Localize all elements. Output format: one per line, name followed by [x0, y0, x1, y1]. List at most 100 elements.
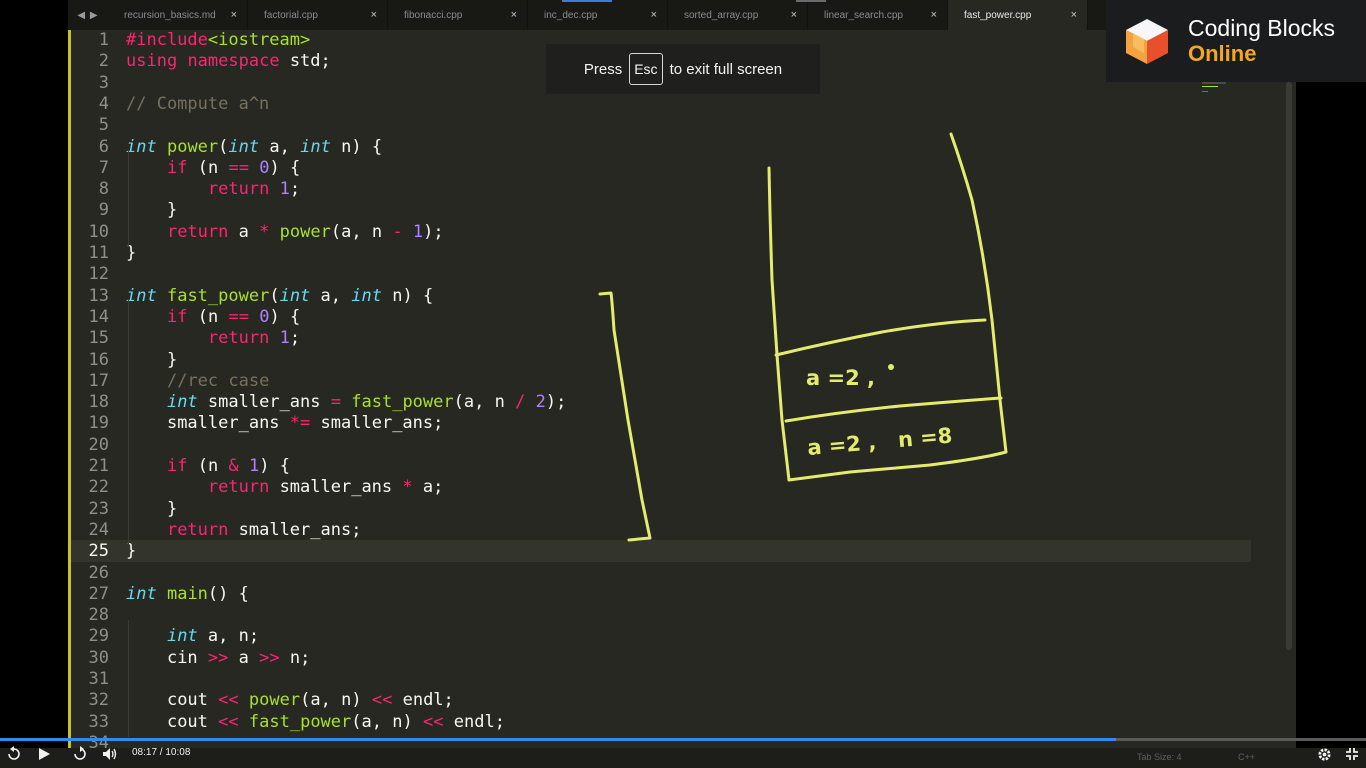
line-number: 25	[88, 541, 109, 562]
cube-logo-icon	[1126, 19, 1168, 64]
line-number: 2	[98, 51, 109, 72]
code-line[interactable]: int fast_power(int a, int n) {	[126, 286, 433, 307]
code-line[interactable]: int main() {	[126, 584, 249, 605]
line-number: 13	[88, 285, 109, 306]
tab-sorted-array[interactable]: sorted_array.cpp ×	[668, 0, 808, 30]
code-line[interactable]: using namespace std;	[126, 51, 331, 72]
code-line[interactable]: cin >> a >> n;	[126, 648, 310, 669]
line-number: 17	[88, 370, 109, 391]
line-number: 6	[98, 136, 109, 157]
code-line[interactable]: cout << fast_power(a, n) << endl;	[126, 712, 505, 733]
line-number: 1	[98, 30, 109, 50]
line-number: 5	[98, 115, 109, 136]
brand-logo: Coding Blocks Online	[1106, 0, 1366, 82]
code-line[interactable]: cout << power(a, n) << endl;	[126, 690, 454, 711]
close-icon[interactable]: ×	[231, 9, 237, 21]
tab-loading-indicator	[562, 0, 612, 2]
settings-icon[interactable]	[1314, 744, 1334, 764]
tab-recursion-basics[interactable]: recursion_basics.md ×	[108, 0, 248, 30]
scrollbar[interactable]	[1286, 82, 1292, 650]
tab-label: fibonacci.cpp	[404, 9, 463, 21]
indent-guide	[128, 151, 129, 247]
code-line[interactable]: if (n == 0) {	[126, 158, 300, 179]
line-number: 33	[88, 711, 109, 732]
close-icon[interactable]: ×	[511, 9, 517, 21]
line-number: 19	[88, 413, 109, 434]
line-number: 11	[88, 243, 109, 263]
exit-fullscreen-icon[interactable]	[1342, 744, 1362, 764]
close-icon[interactable]: ×	[651, 9, 657, 21]
code-line[interactable]: if (n == 0) {	[126, 307, 300, 328]
code-line[interactable]: }	[126, 499, 177, 520]
code-line[interactable]: int smaller_ans = fast_power(a, n / 2);	[126, 392, 566, 413]
line-number: 18	[88, 392, 109, 413]
tab-fast-power[interactable]: fast_power.cpp ×	[948, 0, 1088, 30]
code-line[interactable]: return smaller_ans;	[126, 520, 362, 541]
tab-label: fast_power.cpp	[964, 9, 1032, 21]
minimap[interactable]	[1200, 82, 1230, 102]
brand-subname: Online	[1188, 41, 1257, 66]
code-line[interactable]: return a * power(a, n - 1);	[126, 222, 444, 243]
tab-fibonacci[interactable]: fibonacci.cpp ×	[388, 0, 528, 30]
play-icon[interactable]	[34, 744, 54, 764]
close-icon[interactable]: ×	[791, 9, 797, 21]
tab-inc-dec[interactable]: inc_dec.cpp ×	[528, 0, 668, 30]
code-line[interactable]: smaller_ans *= smaller_ans;	[126, 413, 443, 434]
seek-bar[interactable]	[0, 738, 1366, 741]
tab-factorial[interactable]: factorial.cpp ×	[248, 0, 388, 30]
toast-rest-text: to exit full screen	[669, 60, 783, 78]
code-line[interactable]: }	[126, 200, 177, 221]
toast-press-text: Press	[583, 60, 623, 78]
line-number: 29	[88, 626, 109, 647]
code-line[interactable]: //rec case	[126, 371, 269, 392]
line-number: 32	[88, 690, 109, 711]
line-number: 15	[88, 328, 109, 349]
close-icon[interactable]: ×	[931, 9, 937, 21]
code-line[interactable]: if (n & 1) {	[126, 456, 290, 477]
current-line-highlight	[71, 540, 1251, 562]
video-frame: ◀ ▶ recursion_basics.md × factorial.cpp …	[0, 0, 1366, 768]
code-line[interactable]: // Compute a^n	[126, 94, 269, 115]
line-number: 14	[88, 306, 109, 327]
volume-icon[interactable]	[100, 744, 120, 764]
line-number: 23	[88, 498, 109, 519]
close-icon[interactable]: ×	[371, 9, 377, 21]
code-line[interactable]: int a, n;	[126, 626, 259, 647]
line-number: 4	[98, 93, 109, 114]
tab-label: factorial.cpp	[264, 9, 318, 21]
brand-name: Coding Blocks	[1188, 15, 1336, 41]
code-editor: ◀ ▶ recursion_basics.md × factorial.cpp …	[68, 0, 1296, 748]
tab-label: inc_dec.cpp	[544, 9, 598, 21]
line-number-gutter: 1 2 3 4 5 6 7 8 9 10 11 12 13 14 15 16 17 18 19 20 21 22 23 24 2…	[68, 30, 115, 748]
line-number: 10	[88, 221, 109, 242]
line-number: 27	[88, 583, 109, 604]
code-line[interactable]: return 1;	[126, 179, 300, 200]
tab-linear-search[interactable]: linear_search.cpp ×	[808, 0, 948, 30]
line-number: 28	[88, 605, 109, 626]
code-line[interactable]: #include<iostream>	[126, 30, 310, 51]
line-number: 31	[88, 669, 109, 689]
line-number: 16	[88, 349, 109, 370]
tab-nav-arrows[interactable]: ◀ ▶	[68, 0, 108, 30]
line-number: 24	[88, 519, 109, 540]
tab-loading-indicator	[796, 0, 826, 2]
code-line[interactable]: return smaller_ans * a;	[126, 477, 444, 498]
line-number: 21	[88, 456, 109, 476]
line-number: 12	[88, 264, 109, 285]
indent-guide	[128, 619, 129, 737]
tab-label: linear_search.cpp	[824, 9, 903, 21]
rewind-10-icon[interactable]	[70, 744, 90, 764]
video-player-controls: 08:17 / 10:08	[0, 738, 1366, 768]
line-number: 7	[98, 157, 109, 178]
tab-label: recursion_basics.md	[124, 9, 216, 21]
close-icon[interactable]: ×	[1071, 9, 1077, 21]
time-display: 08:17 / 10:08	[132, 747, 191, 758]
seek-bar-progress	[0, 738, 1117, 741]
code-line[interactable]: return 1;	[126, 328, 300, 349]
replay-icon[interactable]	[4, 744, 24, 764]
line-number: 22	[88, 477, 109, 498]
code-line[interactable]: }	[126, 350, 177, 371]
code-line[interactable]: int power(int a, int n) {	[126, 137, 382, 158]
fullscreen-toast: Press Esc to exit full screen	[546, 44, 820, 94]
esc-key-badge: Esc	[629, 53, 663, 85]
